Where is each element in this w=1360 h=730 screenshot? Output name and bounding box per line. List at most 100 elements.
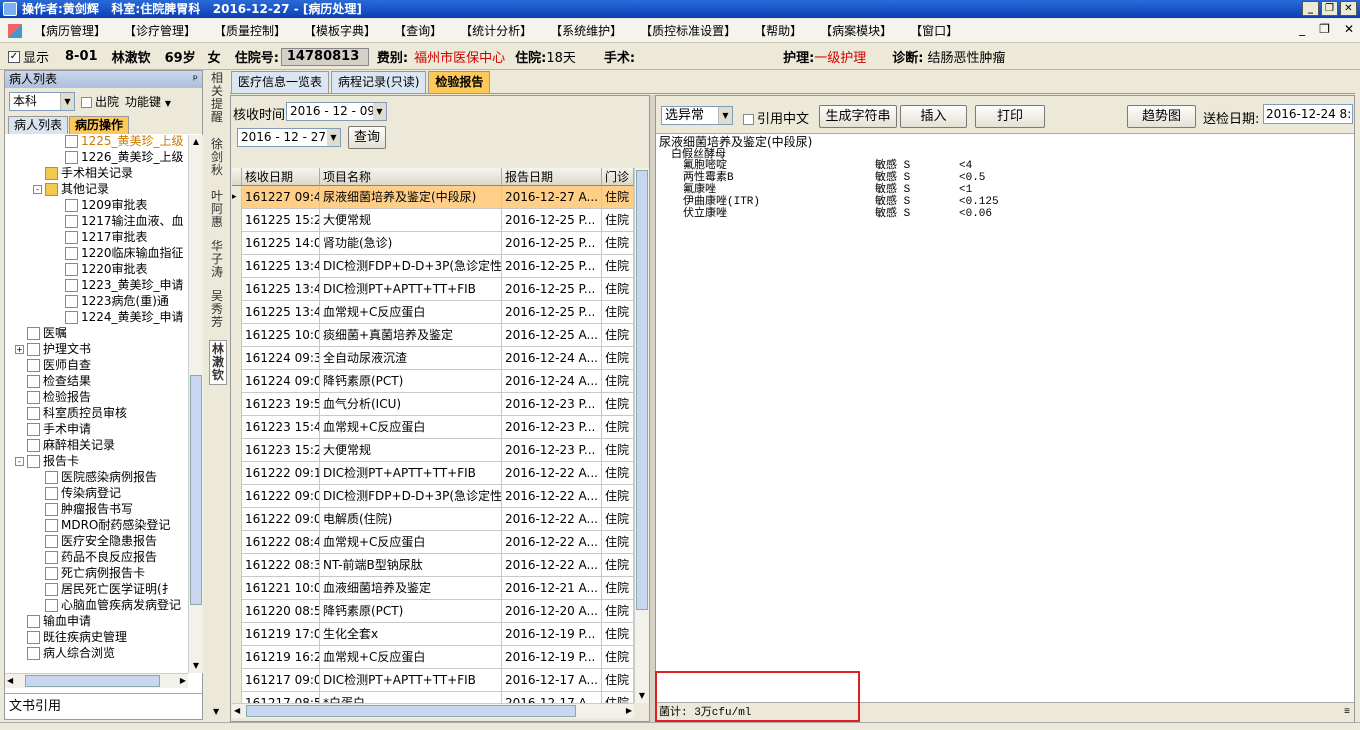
tree-node[interactable]: 传染病登记 [33,485,121,501]
table-row[interactable]: 161222 09:16DIC检测PT+APTT+TT+FIB2016-12-2… [232,462,634,485]
tree-node[interactable]: 1226_黄美珍_上级 [53,149,184,165]
date-from-picker[interactable]: 2016 - 12 - 09 ▼ [286,102,387,121]
table-row[interactable]: 161217 09:04DIC检测PT+APTT+TT+FIB2016-12-1… [232,669,634,692]
tree-node[interactable]: 死亡病例报告卡 [33,565,145,581]
chevron-down-icon[interactable]: ▼ [213,707,219,716]
inpatient-no-field[interactable]: 14780813 [280,47,369,66]
col-header-outpatient[interactable]: 门诊( [602,168,634,186]
tree-node[interactable]: 1209审批表 [53,197,148,213]
discharged-checkbox[interactable]: 出院 [81,93,119,110]
row-header[interactable] [232,347,242,370]
row-header[interactable] [232,370,242,393]
minimize-button[interactable]: _ [1302,1,1319,16]
restore-button[interactable]: ❐ [1321,1,1338,16]
scroll-thumb[interactable] [190,375,202,605]
tree-node[interactable]: 1220审批表 [53,261,148,277]
vertical-tab-patient[interactable]: 叶阿惠 [211,190,225,229]
table-row[interactable]: 161219 16:25血常规+C反应蛋白2016-12-19 P...住院 [232,646,634,669]
collapse-icon[interactable]: - [33,184,42,194]
menu-item[interactable]: 【帮助】 [752,22,804,39]
table-row[interactable]: 161223 15:48血常规+C反应蛋白2016-12-23 P...住院 [232,416,634,439]
menu-item[interactable]: 【质控标准设置】 [638,22,738,39]
tab-medical-overview[interactable]: 医疗信息一览表 [231,71,330,93]
tree-horizontal-scrollbar[interactable]: ◀ ▶ [5,673,188,688]
scroll-thumb[interactable] [636,170,648,610]
row-header[interactable] [232,623,242,646]
table-row[interactable]: 161224 09:32全自动尿液沉渣2016-12-24 A...住院 [232,347,634,370]
tree-node[interactable]: 检验报告 [15,389,91,405]
filter-select[interactable]: 选异常 ▼ [661,106,733,125]
grid-vertical-scrollbar[interactable]: ▼ [634,168,649,703]
row-header[interactable] [232,462,242,485]
row-header[interactable]: ▸ [232,186,242,209]
vertical-tab-patient[interactable]: 徐剑秋 [211,138,225,177]
table-row[interactable]: 161221 10:04血液细菌培养及鉴定2016-12-21 A...住院 [232,577,634,600]
table-row[interactable]: 161222 08:45血常规+C反应蛋白2016-12-22 A...住院 [232,531,634,554]
tree-node[interactable]: 1220临床输血指征 [53,245,184,261]
scroll-down-icon[interactable]: ▼ [189,659,203,673]
date-to-picker[interactable]: 2016 - 12 - 27 ▼ [237,128,341,147]
send-date-field[interactable]: 2016-12-24 8:30 [1263,104,1353,124]
tree-node[interactable]: 1223_黄美珍_申请 [53,277,184,293]
tree-node[interactable]: 医师自查 [15,357,91,373]
grid-horizontal-scrollbar[interactable]: ◀ ▶ [232,703,634,718]
tree-node[interactable]: 手术申请 [15,421,91,437]
table-row[interactable]: 161222 09:06电解质(住院)2016-12-22 A...住院 [232,508,634,531]
tree-node[interactable]: 科室质控员审核 [15,405,127,421]
tree-node[interactable]: 药品不良反应报告 [33,549,157,565]
row-header[interactable] [232,232,242,255]
tree-node[interactable]: 居民死亡医学证明(扌 [33,581,174,597]
tree-node[interactable]: 麻醉相关记录 [15,437,115,453]
table-row[interactable]: 161225 14:04肾功能(急诊)2016-12-25 P...住院 [232,232,634,255]
table-row[interactable]: ▸161227 09:43尿液细菌培养及鉴定(中段尿)2016-12-27 A.… [232,186,634,209]
generate-string-button[interactable]: 生成字符串 [819,105,897,128]
col-header-item-name[interactable]: 项目名称 [320,168,502,186]
scroll-thumb[interactable] [25,675,160,687]
row-header[interactable] [232,255,242,278]
table-row[interactable]: 161222 09:07DIC检测FDP+D-D+3P(急诊定性)2016-12… [232,485,634,508]
tree-node[interactable]: 病人综合浏览 [15,645,115,661]
tree-node[interactable]: 医疗安全隐患报告 [33,533,157,549]
col-header-report-date[interactable]: 报告日期 [502,168,602,186]
tree-node[interactable]: - 报告卡 [15,453,79,469]
scroll-left-icon[interactable]: ◀ [234,704,240,718]
tree-node[interactable]: 医院感染病例报告 [33,469,157,485]
menu-item[interactable]: 【病历管理】 [32,22,108,39]
pin-icon[interactable]: ᵖ [193,71,198,88]
table-row[interactable]: 161219 17:06生化全套x2016-12-19 P...住院 [232,623,634,646]
tree-node[interactable]: 1225_黄美珍_上级 [53,135,184,149]
menu-item[interactable]: 【系统维护】 [548,22,624,39]
menu-item[interactable]: 【查询】 [392,22,444,39]
table-row[interactable]: 161225 13:41血常规+C反应蛋白2016-12-25 P...住院 [232,301,634,324]
tab-patient-list[interactable]: 病人列表 [8,116,69,134]
tree-node[interactable]: - 其他记录 [33,181,109,197]
table-row[interactable]: 161225 13:48DIC检测FDP+D-D+3P(急诊定性)2016-12… [232,255,634,278]
row-header[interactable] [232,393,242,416]
row-header[interactable] [232,416,242,439]
tree-node[interactable]: 手术相关记录 [33,165,133,181]
menu-item[interactable]: 【统计分析】 [458,22,534,39]
col-header-receive-date[interactable]: 核收日期 [242,168,320,186]
row-header[interactable] [232,301,242,324]
table-row[interactable]: 161224 09:01降钙素原(PCT)2016-12-24 A...住院 [232,370,634,393]
mdi-restore-button[interactable]: ❐ [1319,22,1330,36]
tree-node[interactable]: 心脑血管疾病发病登记 [33,597,181,613]
close-button[interactable]: ✕ [1340,1,1357,16]
table-row[interactable]: 161223 15:27大便常规2016-12-23 P...住院 [232,439,634,462]
mdi-minimize-button[interactable]: _ [1299,22,1305,36]
row-header[interactable] [232,209,242,232]
trend-chart-button[interactable]: 趋势图 [1127,105,1196,128]
tree-node[interactable]: 1217输注血液、血 [53,213,184,229]
scroll-right-icon[interactable]: ▶ [626,704,632,718]
vertical-tab-patient-active[interactable]: 林潄钦 [209,340,227,385]
tree-node[interactable]: MDRO耐药感染登记 [33,517,170,533]
table-row[interactable]: 161223 19:56血气分析(ICU)2016-12-23 P...住院 [232,393,634,416]
table-row[interactable]: 161225 15:28大便常规2016-12-25 P...住院 [232,209,634,232]
menu-item[interactable]: 【病案模块】 [818,22,894,39]
menu-item[interactable]: 【模板字典】 [302,22,378,39]
tree-node[interactable]: 1224_黄美珍_申请 [53,309,184,325]
table-row[interactable]: 161225 13:47DIC检测PT+APTT+TT+FIB2016-12-2… [232,278,634,301]
menu-item[interactable]: 【窗口】 [908,22,960,39]
collapse-icon[interactable]: - [15,456,24,466]
table-row[interactable]: 161220 08:53降钙素原(PCT)2016-12-20 A...住院 [232,600,634,623]
